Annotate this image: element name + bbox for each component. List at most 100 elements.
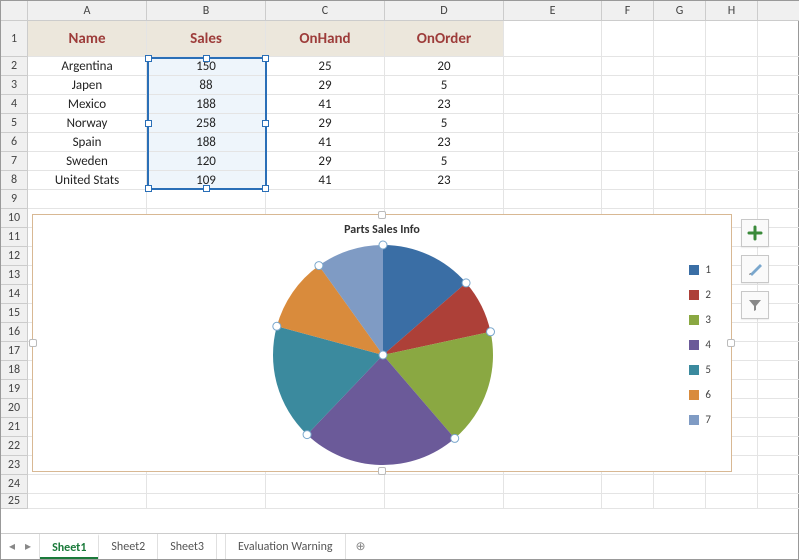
- row-header[interactable]: 22: [1, 437, 28, 456]
- cell[interactable]: [504, 114, 602, 133]
- cell[interactable]: [28, 475, 147, 494]
- chart-object[interactable]: Parts Sales Info 1234567: [32, 214, 732, 472]
- cell[interactable]: [758, 399, 799, 418]
- cell[interactable]: [602, 171, 654, 190]
- data-cell[interactable]: 41: [266, 95, 385, 114]
- cell[interactable]: [758, 171, 799, 190]
- legend-item[interactable]: 3: [689, 313, 711, 326]
- data-cell[interactable]: 23: [385, 133, 504, 152]
- data-cell[interactable]: 109: [147, 171, 266, 190]
- data-cell[interactable]: Argentina: [28, 57, 147, 76]
- row-header[interactable]: 6: [1, 133, 28, 152]
- cell[interactable]: [504, 190, 602, 209]
- cell[interactable]: [654, 21, 706, 57]
- cell[interactable]: [758, 95, 799, 114]
- chart-filter-button[interactable]: [741, 291, 769, 319]
- cell[interactable]: [602, 21, 654, 57]
- cell[interactable]: [706, 76, 758, 95]
- row-header[interactable]: 16: [1, 323, 28, 342]
- cell[interactable]: [602, 114, 654, 133]
- cell[interactable]: [758, 361, 799, 380]
- cell[interactable]: [758, 76, 799, 95]
- select-all-cell[interactable]: [1, 1, 28, 21]
- cell[interactable]: [602, 95, 654, 114]
- cell[interactable]: [706, 57, 758, 76]
- sheet-tab[interactable]: Sheet3: [158, 534, 217, 559]
- cell[interactable]: [706, 21, 758, 57]
- cell[interactable]: [504, 76, 602, 95]
- cell[interactable]: [654, 494, 706, 509]
- cell[interactable]: [706, 95, 758, 114]
- column-header[interactable]: D: [385, 1, 504, 21]
- cell[interactable]: [758, 323, 799, 342]
- row-header[interactable]: 7: [1, 152, 28, 171]
- tab-nav-prev-icon[interactable]: ◂: [7, 539, 17, 554]
- legend-item[interactable]: 6: [689, 388, 711, 401]
- data-cell[interactable]: 188: [147, 133, 266, 152]
- cell[interactable]: [385, 190, 504, 209]
- cell[interactable]: [654, 114, 706, 133]
- cell[interactable]: [758, 437, 799, 456]
- chart-add-element-button[interactable]: [741, 219, 769, 247]
- column-header[interactable]: B: [147, 1, 266, 21]
- column-header[interactable]: E: [504, 1, 602, 21]
- table-header-cell[interactable]: Name: [28, 21, 147, 57]
- cell[interactable]: [602, 133, 654, 152]
- data-cell[interactable]: 25: [266, 57, 385, 76]
- cell[interactable]: [602, 190, 654, 209]
- cell[interactable]: [654, 57, 706, 76]
- sheet-tab[interactable]: Sheet2: [99, 534, 158, 559]
- cell[interactable]: [654, 171, 706, 190]
- row-header[interactable]: 1: [1, 21, 28, 57]
- row-header[interactable]: 2: [1, 57, 28, 76]
- row-header[interactable]: 5: [1, 114, 28, 133]
- data-cell[interactable]: 41: [266, 133, 385, 152]
- cell[interactable]: [602, 475, 654, 494]
- row-header[interactable]: 3: [1, 76, 28, 95]
- data-cell[interactable]: 5: [385, 114, 504, 133]
- cell[interactable]: [602, 152, 654, 171]
- column-header[interactable]: [758, 1, 799, 21]
- row-header[interactable]: 9: [1, 190, 28, 209]
- cell[interactable]: [602, 76, 654, 95]
- cell[interactable]: [706, 494, 758, 509]
- data-cell[interactable]: 20: [385, 57, 504, 76]
- cell[interactable]: [758, 152, 799, 171]
- legend-item[interactable]: 2: [689, 288, 711, 301]
- cell[interactable]: [758, 21, 799, 57]
- cell[interactable]: [758, 190, 799, 209]
- data-cell[interactable]: Norway: [28, 114, 147, 133]
- data-cell[interactable]: United Stats: [28, 171, 147, 190]
- cell[interactable]: [385, 475, 504, 494]
- cell[interactable]: [504, 133, 602, 152]
- row-header[interactable]: 11: [1, 228, 28, 247]
- row-header[interactable]: 19: [1, 380, 28, 399]
- cell[interactable]: [758, 418, 799, 437]
- cell[interactable]: [504, 21, 602, 57]
- data-cell[interactable]: Japen: [28, 76, 147, 95]
- data-cell[interactable]: 29: [266, 114, 385, 133]
- column-header[interactable]: A: [28, 1, 147, 21]
- cell[interactable]: [706, 475, 758, 494]
- cell[interactable]: [504, 475, 602, 494]
- table-header-cell[interactable]: OnOrder: [385, 21, 504, 57]
- table-header-cell[interactable]: Sales: [147, 21, 266, 57]
- row-header[interactable]: 8: [1, 171, 28, 190]
- cell[interactable]: [266, 494, 385, 509]
- cell[interactable]: [758, 475, 799, 494]
- cell[interactable]: [706, 152, 758, 171]
- row-header[interactable]: 20: [1, 399, 28, 418]
- data-cell[interactable]: Mexico: [28, 95, 147, 114]
- cell[interactable]: [504, 57, 602, 76]
- cell[interactable]: [758, 456, 799, 475]
- data-cell[interactable]: 23: [385, 95, 504, 114]
- data-cell[interactable]: 29: [266, 76, 385, 95]
- row-header[interactable]: 4: [1, 95, 28, 114]
- cell[interactable]: [504, 95, 602, 114]
- row-header[interactable]: 17: [1, 342, 28, 361]
- row-header[interactable]: 12: [1, 247, 28, 266]
- cell[interactable]: [706, 133, 758, 152]
- cell[interactable]: [602, 57, 654, 76]
- cell[interactable]: [706, 190, 758, 209]
- cell[interactable]: [758, 114, 799, 133]
